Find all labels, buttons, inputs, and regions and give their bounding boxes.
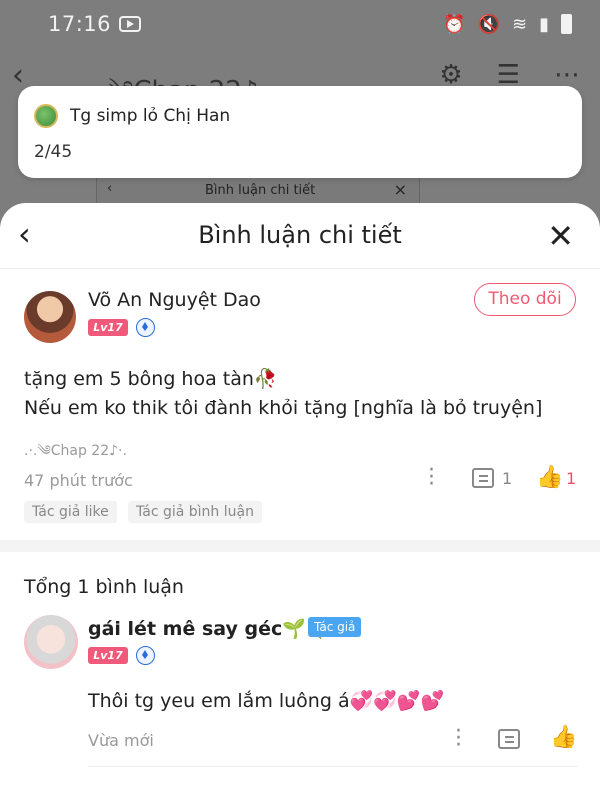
notification-card[interactable]: Tg simp lỏ Chị Han 2/45 [18,86,582,178]
mini-sheet-title: Bình luận chi tiết [205,183,316,198]
reply-time: Vừa mới [88,731,154,750]
signal-icon: ▮ [539,13,549,35]
level-badge: Lv17 [88,647,128,664]
section-divider [0,540,600,552]
reply-avatar[interactable] [24,615,78,669]
follow-button[interactable]: Theo dõi [474,283,576,316]
author-tag: Tác giả [308,617,362,637]
author-comment-badge: Tác giả bình luận [128,501,262,523]
sheet-header: ‹ Bình luận chi tiết ✕ [0,203,600,269]
reply-username[interactable]: gái lét mê say géc🌱🍀 [88,617,330,640]
sheet-title: Bình luận chi tiết [198,221,402,249]
mute-icon: 🔇 [477,13,500,35]
status-bar: 17:16 ⏰ 🔇 ≋ ▮ [0,0,600,48]
level-badge: Lv17 [88,319,128,336]
notification-count: 2/45 [34,142,73,162]
battery-icon [561,14,572,34]
back-arrow-icon: ‹ [12,58,24,93]
close-button[interactable]: ✕ [547,217,574,255]
reply-icon[interactable] [498,729,520,749]
comment-time: 47 phút trước [24,471,133,490]
more-options-icon[interactable]: · · · [428,460,435,496]
comment-text-line: Nếu em ko thik tôi đành khỏi tặng [nghĩa… [24,397,543,419]
reply-text: Thôi tg yeu em lắm luông á💞💞💕💕 [88,690,445,712]
status-time: 17:16 [48,12,112,36]
reply-count: 1 [502,469,513,488]
total-comments: Tổng 1 bình luận [24,576,184,598]
alarm-icon: ⏰ [443,13,466,35]
avatar[interactable] [24,291,76,343]
comment-detail-sheet: ‹ Bình luận chi tiết ✕ Võ An Nguyệt Dao … [0,203,600,788]
notification-title: Tg simp lỏ Chị Han [70,106,231,126]
diamond-icon [136,646,155,665]
like-count: 1 [566,469,577,488]
like-icon[interactable]: 👍 [536,467,563,489]
chevron-left-icon: ‹ [107,181,113,196]
reply-icon[interactable] [472,468,494,488]
more-options-icon[interactable]: · · · [455,721,462,757]
youtube-icon [119,16,142,32]
diamond-icon [136,318,155,337]
chapter-reference[interactable]: .·.༄Chap 22♪·. [24,434,127,474]
row-divider [88,766,578,767]
wifi-icon: ≋ [512,13,528,35]
app-icon [34,104,58,128]
author-like-badge: Tác giả like [24,501,117,523]
comment-text-line: tặng em 5 bông hoa tàn🥀 [24,368,278,390]
background-mini-sheet: ‹ Bình luận chi tiết × [96,177,420,205]
close-icon: × [393,180,407,199]
like-icon[interactable]: 👍 [550,727,577,749]
comment-username[interactable]: Võ An Nguyệt Dao [88,289,261,311]
status-icons: ⏰ 🔇 ≋ ▮ [443,14,572,35]
